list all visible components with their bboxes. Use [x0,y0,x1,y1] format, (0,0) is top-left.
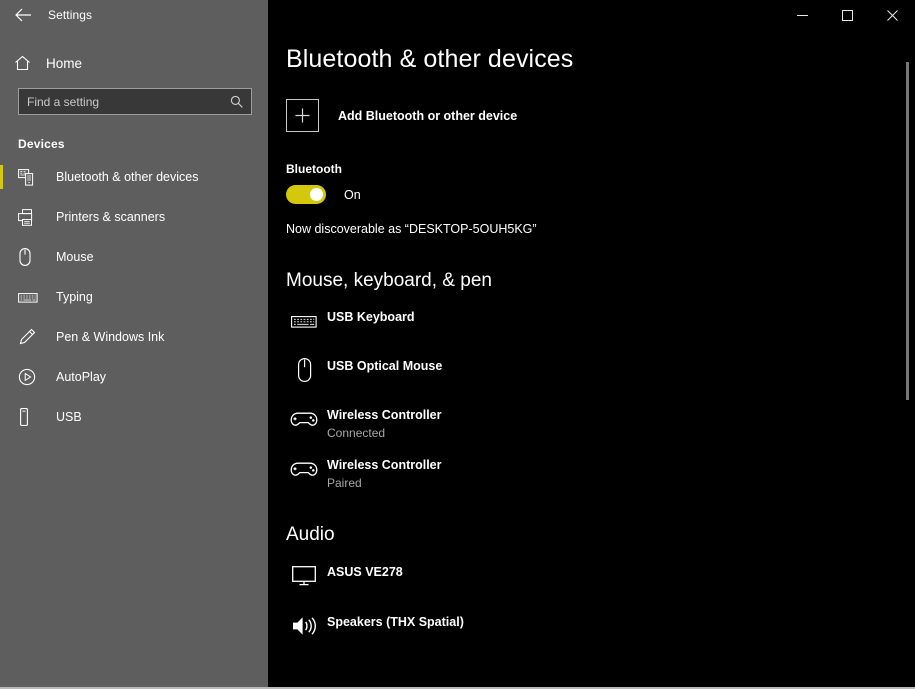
speaker-icon [286,606,322,646]
back-button[interactable] [0,0,46,30]
sidebar-item-label: Typing [56,290,93,304]
main-content: Bluetooth & other devices Add Bluetooth … [268,30,915,689]
bluetooth-label: Bluetooth [268,132,915,176]
selection-accent-bar [0,365,3,389]
home-label: Home [46,56,82,71]
scrollbar-thumb[interactable] [906,62,909,400]
home-icon [14,55,40,71]
sidebar-item-label: AutoPlay [56,370,106,384]
maximize-button[interactable] [825,0,870,30]
usb-icon [18,408,42,426]
discoverable-text: Now discoverable as “DESKTOP-5OUH5KG” [268,204,915,236]
back-arrow-icon [15,8,32,22]
device-text: Wireless Controller Paired [327,449,442,490]
app-title: Settings [48,8,92,22]
plus-icon [286,99,319,132]
selection-accent-bar [0,165,3,189]
device-status: Paired [327,476,442,490]
list-item[interactable]: Speakers (THX Spatial) [268,606,915,646]
selection-accent-bar [0,405,3,429]
close-icon [887,10,898,21]
window-controls [780,0,915,30]
sidebar-item-label: USB [56,410,82,424]
sidebar-item-home[interactable]: Home [0,44,268,82]
list-item[interactable]: ASUS VE278 [268,556,915,596]
device-text: Speakers (THX Spatial) [327,606,464,631]
sidebar-item-autoplay[interactable]: AutoPlay [0,357,268,397]
search-input[interactable] [19,95,230,109]
selection-accent-bar [0,245,3,269]
list-item[interactable]: USB Keyboard [268,301,915,341]
close-button[interactable] [870,0,915,30]
device-name: Wireless Controller [327,408,442,422]
list-item[interactable]: Wireless Controller Connected [268,399,915,440]
device-name: Wireless Controller [327,458,442,472]
device-name: Speakers (THX Spatial) [327,615,464,629]
device-name: ASUS VE278 [327,565,403,579]
keyboard-icon [286,301,322,341]
device-text: ASUS VE278 [327,556,403,581]
selection-accent-bar [0,285,3,309]
bluetooth-toggle-row: On [268,176,915,204]
pen-icon [18,328,42,346]
sidebar-section-title: Devices [0,115,268,157]
autoplay-icon [18,368,42,386]
group-title-audio: Audio [268,490,915,546]
sidebar-item-usb[interactable]: USB [0,397,268,437]
monitor-icon [286,556,322,596]
sidebar-item-label: Mouse [56,250,94,264]
sidebar-item-typing[interactable]: Typing [0,277,268,317]
settings-window: Settings [0,0,915,689]
sidebar-item-label: Pen & Windows Ink [56,330,164,344]
sidebar-item-label: Bluetooth & other devices [56,170,198,184]
devices-icon [18,169,42,186]
device-name: USB Keyboard [327,310,415,324]
bluetooth-toggle-state: On [344,188,361,202]
search-wrapper [0,82,268,115]
printer-icon [18,209,42,226]
search-box[interactable] [18,88,252,115]
search-icon[interactable] [230,95,251,108]
sidebar: Home Devices [0,30,268,689]
device-text: USB Optical Mouse [327,350,442,375]
mouse-icon [286,350,322,390]
minimize-button[interactable] [780,0,825,30]
keyboard-icon [18,291,42,304]
sidebar-item-bluetooth-other-devices[interactable]: Bluetooth & other devices [0,157,268,197]
selection-accent-bar [0,205,3,229]
group-title-mouse-keyboard-pen: Mouse, keyboard, & pen [268,236,915,292]
sidebar-item-mouse[interactable]: Mouse [0,237,268,277]
title-bar: Settings [0,0,915,30]
device-status: Connected [327,426,442,440]
list-item[interactable]: USB Optical Mouse [268,350,915,390]
gamepad-icon [286,449,322,489]
mouse-icon [18,248,42,266]
add-device-button[interactable]: Add Bluetooth or other device [268,74,915,132]
bluetooth-toggle[interactable] [286,185,326,204]
sidebar-item-label: Printers & scanners [56,210,165,224]
title-bar-left: Settings [0,0,268,30]
sidebar-item-pen-windows-ink[interactable]: Pen & Windows Ink [0,317,268,357]
selection-accent-bar [0,325,3,349]
toggle-knob [310,188,323,201]
content-scrollbar[interactable] [902,30,912,689]
device-name: USB Optical Mouse [327,359,442,373]
gamepad-icon [286,399,322,439]
sidebar-item-printers-scanners[interactable]: Printers & scanners [0,197,268,237]
add-device-label: Add Bluetooth or other device [338,109,517,123]
minimize-icon [797,10,808,21]
maximize-icon [842,10,853,21]
list-item[interactable]: Wireless Controller Paired [268,449,915,490]
device-text: Wireless Controller Connected [327,399,442,440]
device-text: USB Keyboard [327,301,415,326]
page-title: Bluetooth & other devices [268,30,915,74]
